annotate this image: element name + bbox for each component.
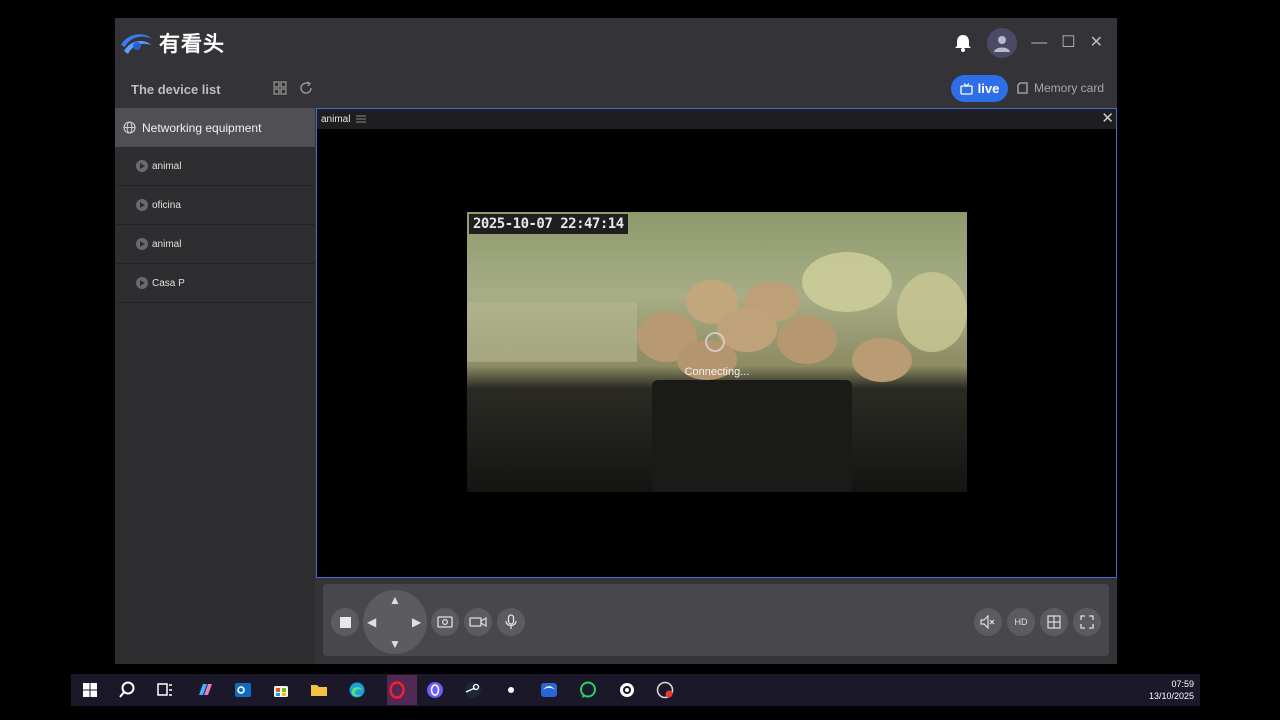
live-button[interactable]: live [951, 75, 1008, 102]
stop-button[interactable] [331, 608, 359, 636]
live-label: live [977, 81, 1000, 96]
clock-time: 07:59 [1171, 679, 1194, 689]
device-item[interactable]: Casa P [115, 264, 315, 303]
windows-start-icon[interactable] [81, 681, 99, 699]
play-icon [136, 199, 148, 211]
system-clock[interactable]: 07:59 13/10/2025 [1149, 678, 1194, 702]
device-item[interactable]: oficina [115, 186, 315, 225]
ptz-right-icon[interactable]: ▶ [412, 616, 421, 628]
camera-app-icon[interactable] [540, 681, 558, 699]
ptz-up-icon[interactable]: ▲ [389, 594, 401, 606]
windows-taskbar: 07:59 13/10/2025 [71, 674, 1200, 706]
grid-view-icon[interactable] [273, 81, 287, 95]
microphone-button[interactable] [497, 608, 525, 636]
bell-icon[interactable] [953, 33, 973, 53]
video-pane[interactable]: animal ✕ 2025-10-07 22:47:14 Connecting.… [316, 108, 1117, 578]
ptz-down-icon[interactable]: ▼ [389, 638, 401, 650]
camera-timestamp: 2025-10-07 22:47:14 [469, 214, 628, 234]
copilot-icon[interactable] [196, 681, 214, 699]
app-dot-icon[interactable] [502, 681, 520, 699]
memory-card-label: Memory card [1034, 81, 1105, 95]
ptz-left-icon[interactable]: ◀ [367, 616, 376, 628]
group-label: Networking equipment [142, 120, 262, 135]
speaker-mute-icon [980, 615, 995, 629]
hd-button[interactable]: HD [1007, 608, 1035, 636]
group-networking-equipment[interactable]: Networking equipment [115, 108, 315, 147]
maximize-button[interactable]: ☐ [1061, 35, 1075, 51]
search-icon[interactable] [118, 681, 136, 699]
record-button[interactable] [464, 608, 492, 636]
avatar[interactable] [987, 28, 1018, 58]
settings-gear-icon[interactable] [618, 681, 636, 699]
globe-icon [123, 121, 136, 134]
device-label: animal [152, 160, 182, 172]
menu-icon[interactable] [356, 115, 367, 123]
opera-gx-icon[interactable] [426, 681, 444, 699]
app-title: 有看头 [159, 33, 225, 56]
device-label: Casa P [152, 277, 185, 289]
app-logo: 有看头 [119, 28, 225, 58]
video-camera-icon [469, 616, 487, 628]
task-view-icon[interactable] [156, 681, 174, 699]
fullscreen-icon [1080, 615, 1094, 629]
camera-frame: 2025-10-07 22:47:14 Connecting... [467, 212, 967, 492]
stop-icon [339, 616, 351, 628]
store-icon[interactable] [272, 681, 290, 699]
grid-icon [1047, 615, 1061, 629]
user-icon [994, 36, 1011, 52]
hd-label: HD [1014, 617, 1028, 627]
memory-card-tab[interactable]: Memory card [1017, 81, 1107, 95]
recording-app-icon[interactable] [656, 681, 674, 699]
tv-icon [960, 82, 973, 95]
app-window: 有看头 — ☐ ✕ The device list live Memory ca… [115, 18, 1117, 664]
sd-card-icon [1017, 82, 1028, 94]
edge-icon[interactable] [348, 681, 366, 699]
steam-icon[interactable] [464, 681, 482, 699]
outlook-icon[interactable] [234, 681, 252, 699]
eye-logo-icon [121, 34, 152, 54]
refresh-icon[interactable] [299, 81, 313, 95]
clock-date: 13/10/2025 [1148, 691, 1194, 701]
mute-button[interactable] [974, 608, 1002, 636]
play-icon [136, 238, 148, 250]
microphone-icon [505, 614, 517, 629]
device-label: animal [152, 238, 182, 250]
sub-toolbar: The device list live Memory card [115, 72, 1117, 108]
connecting-status: Connecting... [684, 366, 750, 378]
split-view-button[interactable] [1040, 608, 1068, 636]
device-item[interactable]: animal [115, 225, 315, 264]
pane-header: animal ✕ [317, 109, 1116, 129]
device-item[interactable]: animal [115, 147, 315, 186]
title-bar: 有看头 — ☐ ✕ [115, 18, 1117, 72]
play-icon [136, 160, 148, 172]
play-icon [136, 277, 148, 289]
camera-image [467, 252, 967, 492]
pane-title: animal [321, 113, 351, 125]
minimize-button[interactable]: — [1031, 35, 1047, 51]
fullscreen-button[interactable] [1073, 608, 1101, 636]
screenshot-button[interactable] [431, 608, 459, 636]
opera-icon[interactable] [388, 681, 406, 699]
pane-close-icon[interactable]: ✕ [1101, 111, 1114, 126]
file-explorer-icon[interactable] [310, 681, 328, 699]
device-label: oficina [152, 199, 181, 211]
ptz-dpad[interactable]: ▲ ▼ ◀ ▶ [363, 590, 427, 654]
device-list-title: The device list [131, 82, 221, 97]
screenshot-icon [437, 616, 453, 628]
close-button[interactable]: ✕ [1090, 35, 1103, 51]
playback-controls: ▲ ▼ ◀ ▶ HD [323, 584, 1109, 656]
device-sidebar: Networking equipment animal oficina anim… [115, 108, 315, 664]
whatsapp-icon[interactable] [579, 681, 597, 699]
